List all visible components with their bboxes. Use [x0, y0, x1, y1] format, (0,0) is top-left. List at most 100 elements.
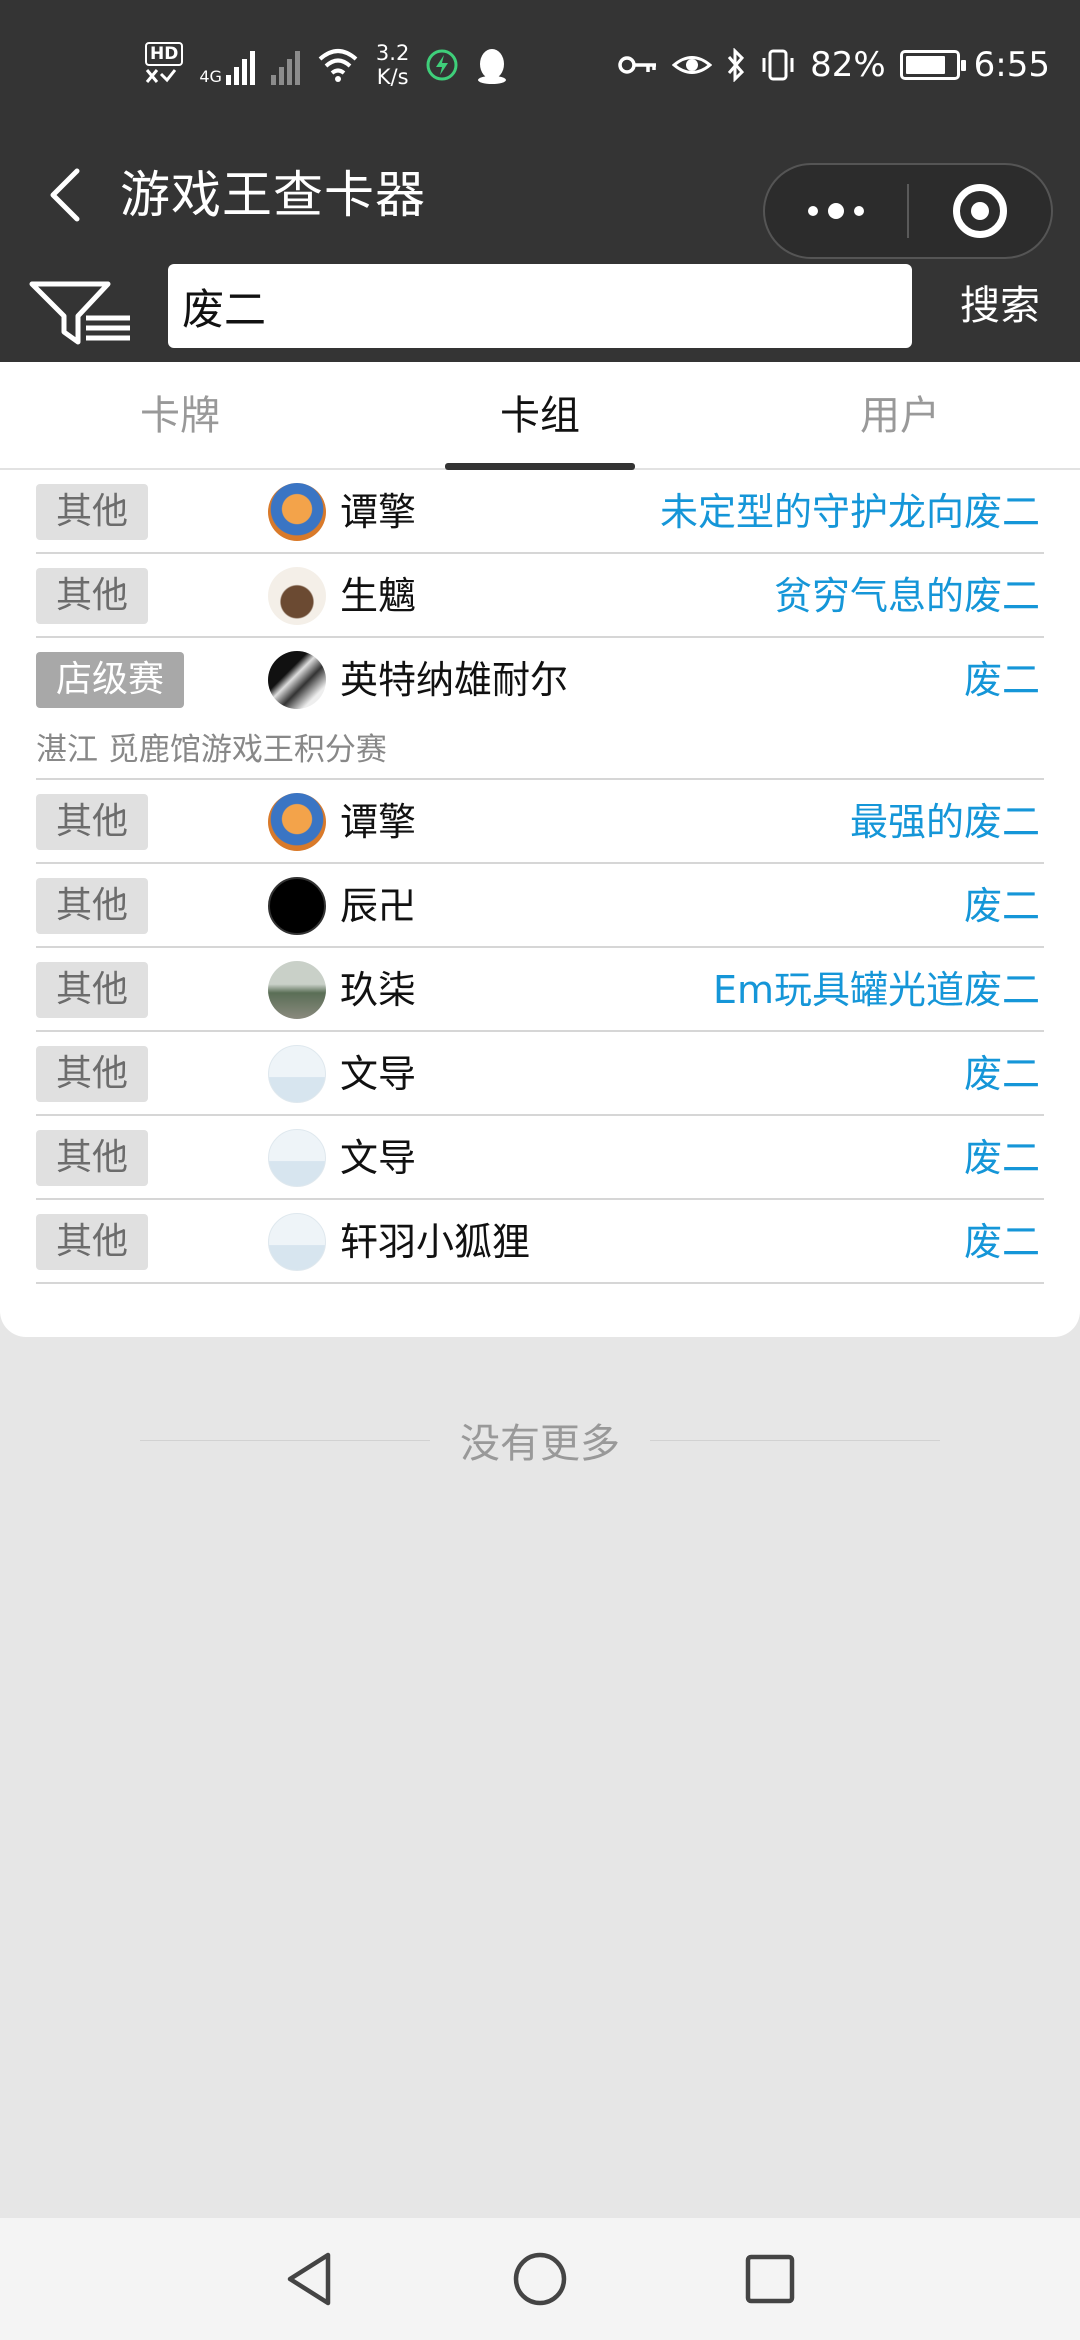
no-more-indicator: 没有更多	[0, 1410, 1080, 1470]
title-bar: 游戏王查卡器	[0, 130, 1080, 260]
status-right-icons: 82% 6:55	[618, 30, 1050, 100]
page-title: 游戏王查卡器	[120, 166, 426, 224]
search-bar: 搜索	[0, 260, 1080, 362]
signal-2-icon	[270, 45, 300, 85]
bluetooth-icon	[727, 48, 745, 82]
tab-users[interactable]: 用户	[720, 362, 1080, 468]
qq-penguin-icon	[478, 49, 507, 84]
back-button[interactable]	[30, 160, 100, 230]
net-speed-value: 3.2	[375, 41, 410, 65]
circle-home-icon	[513, 2252, 567, 2306]
deck-row[interactable]: 其他 谭擎 未定型的守护龙向废二	[36, 470, 1044, 554]
deck-row[interactable]: 其他 文导 废二	[36, 1116, 1044, 1200]
category-tag: 其他	[36, 484, 149, 540]
user-name[interactable]: 文导	[340, 1116, 416, 1200]
divider-line	[650, 1439, 940, 1441]
category-tag: 其他	[36, 878, 149, 934]
charging-icon	[426, 49, 458, 81]
clock: 6:55	[973, 45, 1050, 85]
search-input[interactable]	[168, 264, 912, 348]
more-button[interactable]	[765, 165, 907, 257]
user-name[interactable]: 生魑	[340, 554, 416, 638]
triangle-back-icon	[287, 2252, 331, 2306]
battery-icon	[899, 50, 966, 80]
user-name[interactable]: 谭擎	[340, 780, 416, 864]
category-tag: 店级赛	[36, 652, 185, 708]
status-bar: HD 4G 3.2 K/s 82% 6:55	[0, 0, 1080, 130]
bw-photo-avatar[interactable]	[268, 651, 326, 709]
deck-row[interactable]: 其他 辰卍 废二	[36, 864, 1044, 948]
square-recents-icon	[745, 2254, 795, 2304]
landscape-avatar[interactable]	[268, 961, 326, 1019]
close-button[interactable]	[909, 165, 1051, 257]
deck-name-link[interactable]: 最强的废二	[850, 780, 1040, 864]
deck-row[interactable]: 其他 谭擎 最强的废二	[36, 780, 1044, 864]
orange-warrior-avatar[interactable]	[268, 793, 326, 851]
deck-name-link[interactable]: 废二	[964, 1032, 1040, 1116]
category-tag: 其他	[36, 1214, 149, 1270]
default-avatar[interactable]	[268, 1213, 326, 1271]
mini-program-capsule	[763, 163, 1053, 259]
nav-back-button[interactable]	[275, 2244, 345, 2314]
filter-funnel-icon	[29, 281, 130, 345]
hd-call-icon: HD	[145, 42, 184, 88]
signal-icon	[225, 45, 255, 85]
default-avatar[interactable]	[268, 1129, 326, 1187]
category-tag: 其他	[36, 1046, 149, 1102]
nav-recents-button[interactable]	[735, 2244, 805, 2314]
deck-name-link[interactable]: 贫穷气息的废二	[774, 554, 1040, 638]
user-name[interactable]: 玖柒	[340, 948, 416, 1032]
user-name[interactable]: 谭擎	[340, 470, 416, 554]
deck-name-link[interactable]: 废二	[964, 638, 1040, 722]
key-icon	[618, 56, 657, 74]
deck-name-link[interactable]: 废二	[964, 1200, 1040, 1284]
missed-call-icon	[145, 69, 177, 83]
category-tag: 其他	[36, 568, 149, 624]
deck-name-link[interactable]: 废二	[964, 864, 1040, 948]
user-name[interactable]: 辰卍	[340, 864, 416, 948]
chevron-left-icon	[50, 168, 80, 222]
filter-button[interactable]	[28, 270, 138, 350]
deck-list: 其他 谭擎 未定型的守护龙向废二 其他 生魑 贫穷气息的废二 店级赛 英特纳雄耐…	[0, 470, 1080, 1284]
category-tag: 其他	[36, 962, 149, 1018]
battery-fill	[905, 56, 945, 74]
status-left-icons: HD 4G 3.2 K/s	[145, 30, 509, 100]
divider-line	[140, 1439, 430, 1441]
net-speed-unit: K/s	[376, 65, 409, 89]
deck-name-link[interactable]: Em玩具罐光道废二	[713, 948, 1040, 1032]
user-name[interactable]: 文导	[340, 1032, 416, 1116]
deck-row[interactable]: 其他 生魑 贫穷气息的废二	[36, 554, 1044, 638]
wifi-icon	[318, 49, 358, 82]
user-name[interactable]: 轩羽小狐狸	[340, 1200, 530, 1284]
deck-row[interactable]: 其他 玖柒 Em玩具罐光道废二	[36, 948, 1044, 1032]
eye-icon	[672, 56, 713, 74]
tab-bar: 卡牌 卡组 用户	[0, 362, 1080, 470]
more-dots-icon	[808, 203, 864, 219]
orange-warrior-avatar[interactable]	[268, 483, 326, 541]
brown-creature-avatar[interactable]	[268, 567, 326, 625]
category-tag: 其他	[36, 794, 149, 850]
deck-row[interactable]: 其他 文导 废二	[36, 1032, 1044, 1116]
deck-row[interactable]: 店级赛 英特纳雄耐尔 废二 湛江 觅鹿馆游戏王积分赛	[36, 638, 1044, 780]
tab-cards[interactable]: 卡牌	[0, 362, 360, 468]
target-circle-icon	[952, 184, 1007, 238]
default-avatar[interactable]	[268, 1045, 326, 1103]
deck-name-link[interactable]: 废二	[964, 1116, 1040, 1200]
no-more-text: 没有更多	[460, 1421, 620, 1467]
network-type-label: 4G	[199, 67, 222, 86]
nav-home-button[interactable]	[505, 2244, 575, 2314]
system-nav-bar	[0, 2218, 1080, 2340]
user-name[interactable]: 英特纳雄耐尔	[340, 638, 568, 722]
net-speed: 3.2 K/s	[376, 41, 409, 89]
deck-row[interactable]: 其他 轩羽小狐狸 废二	[36, 1200, 1044, 1284]
results-card: 卡牌 卡组 用户 其他 谭擎 未定型的守护龙向废二 其他 生魑 贫穷气息的废二 …	[0, 362, 1080, 1337]
vibrate-icon	[762, 49, 794, 81]
search-button[interactable]: 搜索	[920, 260, 1080, 352]
deck-name-link[interactable]: 未定型的守护龙向废二	[660, 470, 1040, 554]
black-sketch-avatar[interactable]	[268, 877, 326, 935]
battery-percent: 82%	[810, 45, 886, 85]
hd-label: HD	[145, 42, 184, 66]
category-tag: 其他	[36, 1130, 149, 1186]
tab-decks[interactable]: 卡组	[360, 362, 720, 470]
event-subtitle: 湛江 觅鹿馆游戏王积分赛	[36, 732, 387, 768]
